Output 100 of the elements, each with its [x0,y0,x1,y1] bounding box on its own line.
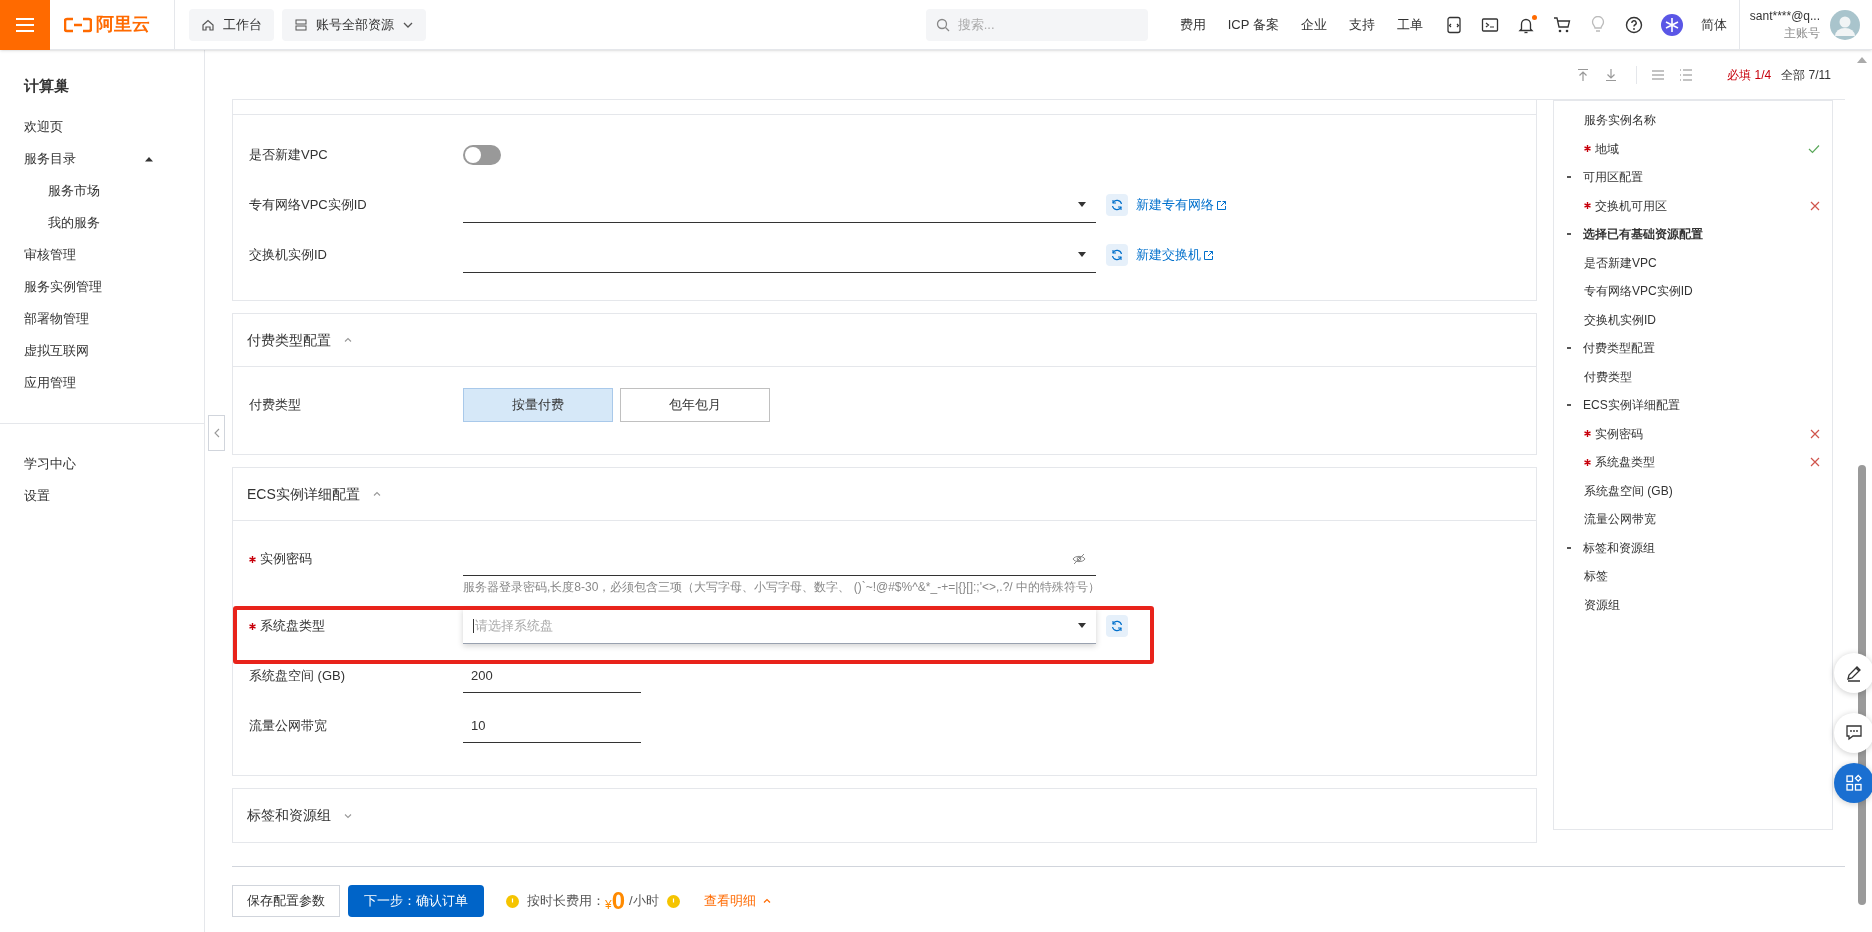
external-link-icon [1203,249,1214,261]
caret-down-icon [1078,252,1086,257]
outline-item[interactable]: 地域 [1554,134,1832,163]
logo-icon [64,16,92,33]
outline-item[interactable]: 资源组 [1554,590,1832,619]
outline-item[interactable]: 服务实例名称 [1554,106,1832,135]
caret-down-icon [1078,623,1086,628]
nav-link[interactable]: 费用 [1179,14,1206,35]
sidebar-item[interactable]: 服务实例管理 [0,271,204,303]
hint-text: 服务器登录密码,长度8-30，必须包含三项（大写字母、小写字母、数字、 ()`~!@#$%^&*_-+=|{}[]:;'<>,.?/ 中的特殊符号） [463,579,1100,595]
field-label: 流量公网带宽 [249,717,327,736]
cart-icon[interactable] [1552,15,1571,34]
collapse-all-icon[interactable] [1576,67,1591,82]
chat-button[interactable] [1834,713,1872,753]
info-icon [666,894,680,908]
option-button[interactable]: 包年包月 [620,388,770,422]
outline-item[interactable]: 交换机可用区 [1554,191,1832,220]
account-name[interactable]: sant****@q... [1749,7,1820,25]
refresh-button[interactable] [1106,244,1128,266]
fee-unit: /小时 [629,892,659,911]
option-button[interactable]: 按量付费 [463,388,613,422]
fee-label: 按时长费用： [527,892,605,911]
outline-item[interactable]: 标签 [1554,562,1832,591]
outline-item[interactable]: 流量公网带宽 [1554,505,1832,534]
chevron-up-icon [761,896,772,906]
outline-group[interactable]: 选择已有基础资源配置 [1554,220,1832,249]
caret-down-icon [1078,202,1086,207]
help-icon[interactable] [1624,15,1643,34]
account-type: 主账号 [1784,24,1820,42]
field-label: 系统盘类型 [260,617,325,636]
sidebar-item[interactable]: 设置 [0,480,204,512]
field-label: 专有网络VPC实例ID [249,196,367,215]
create-link[interactable]: 新建专有网络 [1136,195,1227,215]
sidebar-subitem[interactable]: 服务市场 [0,175,204,207]
star-app-icon[interactable] [1660,13,1683,36]
refresh-icon [1111,199,1123,211]
nav-link[interactable]: ICP 备案 [1227,14,1279,35]
menu-button[interactable] [0,0,50,50]
chat-icon [1845,724,1863,742]
sidebar-item[interactable]: 服务目录 [0,143,204,175]
chevron-up-icon[interactable] [343,335,353,345]
section-title: ECS实例详细配置 [247,484,360,504]
save-button[interactable]: 保存配置参数 [232,885,340,917]
resource-dropdown[interactable]: 账号全部资源 [282,8,426,41]
language-link[interactable]: 简体 [1700,14,1727,35]
outline-item[interactable]: 系统盘类型 [1554,448,1832,477]
logo-text: 阿里云 [96,13,150,36]
field-label: 实例密码 [260,550,312,569]
refresh-icon [1111,249,1123,261]
sidebar-subitem[interactable]: 我的服务 [0,207,204,239]
external-link-icon [1216,199,1227,211]
outline-group[interactable]: ECS实例详细配置 [1554,391,1832,420]
required-progress: 必填 1/4 [1727,66,1772,84]
terminal-icon[interactable] [1480,15,1499,34]
edit-button[interactable] [1834,653,1872,693]
next-button[interactable]: 下一步：确认订单 [348,885,484,917]
eye-off-icon[interactable] [1072,551,1086,566]
outline-group[interactable]: 付费类型配置 [1554,334,1832,363]
input-field[interactable]: 200 [463,659,641,693]
collapse-handle[interactable] [208,415,225,451]
sidebar-item[interactable]: 审核管理 [0,239,204,271]
field-label: 是否新建VPC [249,146,328,165]
outline-item[interactable]: 付费类型 [1554,362,1832,391]
server-icon [294,17,308,32]
sidebar-item[interactable]: 欢迎页 [0,111,204,143]
section-title: 付费类型配置 [247,330,331,350]
total-progress: 全部 7/11 [1781,66,1831,84]
toggle-switch[interactable] [463,145,501,165]
outline-group[interactable]: 可用区配置 [1554,163,1832,192]
create-link[interactable]: 新建交换机 [1136,245,1214,265]
scroll-up-icon[interactable] [1857,57,1867,63]
outline-item[interactable]: 系统盘空间 (GB) [1554,476,1832,505]
sidebar-item[interactable]: 部署物管理 [0,303,204,335]
sidebar-item[interactable]: 应用管理 [0,367,204,399]
workbench-button[interactable]: 工作台 [189,8,274,41]
outline-item[interactable]: 交换机实例ID [1554,305,1832,334]
nav-link[interactable]: 支持 [1348,14,1375,35]
input-field[interactable]: 10 [463,709,641,743]
refresh-icon [1111,620,1123,632]
nav-link[interactable]: 工单 [1396,14,1423,35]
outline-item[interactable]: 是否新建VPC [1554,248,1832,277]
outline-item[interactable]: 实例密码 [1554,419,1832,448]
chevron-left-icon [213,428,220,438]
refresh-button[interactable] [1106,615,1128,637]
api-icon[interactable] [1444,15,1463,34]
download-icon[interactable] [1604,67,1619,82]
pencil-icon [1845,664,1863,682]
menu-icon [15,16,35,33]
outline-item[interactable]: 专有网络VPC实例ID [1554,277,1832,306]
refresh-button[interactable] [1106,194,1128,216]
sidebar-item[interactable]: 学习中心 [0,448,204,480]
nav-link[interactable]: 企业 [1300,14,1327,35]
search-icon [935,17,950,32]
sidebar-item[interactable]: 虚拟互联网 [0,335,204,367]
apps-button[interactable] [1834,763,1872,803]
apps-icon [1845,774,1863,792]
outline-group[interactable]: 标签和资源组 [1554,533,1832,562]
field-label: 交换机实例ID [249,246,327,265]
chevron-up-icon[interactable] [371,489,382,499]
fee-amount: ¥0 [605,888,626,914]
